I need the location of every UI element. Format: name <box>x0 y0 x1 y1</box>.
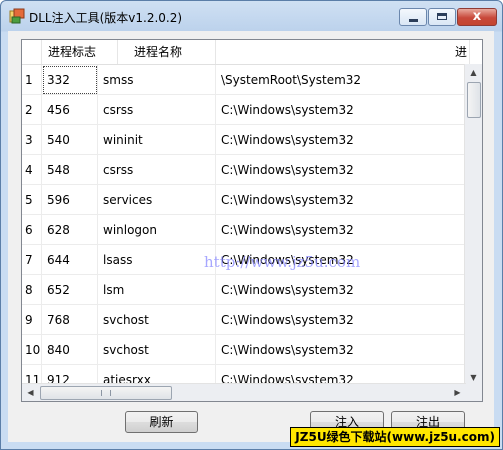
title-bar[interactable]: DLL注入工具(版本v1.2.0.2) x <box>1 1 502 31</box>
app-window: DLL注入工具(版本v1.2.0.2) x 进程标志 进程名称 进 1 332 sm… <box>0 0 503 450</box>
row-index: 1 <box>22 65 42 95</box>
header-pid[interactable]: 进程标志 <box>42 40 118 64</box>
minimize-icon <box>409 19 418 22</box>
maximize-button[interactable] <box>428 8 456 26</box>
table-row[interactable]: 3 540 wininit C:\Windows\system32 <box>22 125 470 155</box>
row-index: 7 <box>22 245 42 275</box>
process-path: C:\Windows\system32 <box>216 185 470 215</box>
site-badge: JZ5U绿色下载站(www.jz5u.com) <box>290 427 500 447</box>
table-row[interactable]: 2 456 csrss C:\Windows\system32 <box>22 95 470 125</box>
process-path: C:\Windows\system32 <box>216 305 470 335</box>
process-name: svchost <box>98 335 216 365</box>
maximize-icon <box>437 13 447 20</box>
refresh-button[interactable]: 刷新 <box>125 411 198 433</box>
row-index: 8 <box>22 275 42 305</box>
row-index: 2 <box>22 95 42 125</box>
process-table[interactable]: 进程标志 进程名称 进 1 332 smss \SystemRoot\System32… <box>21 39 483 402</box>
process-name: winlogon <box>98 215 216 245</box>
header-path[interactable]: 进 <box>216 40 470 64</box>
scroll-right-icon[interactable]: ▶ <box>449 384 466 401</box>
table-row[interactable]: 1 332 smss \SystemRoot\System32 <box>22 65 470 95</box>
grip-icon <box>101 390 111 396</box>
row-index: 6 <box>22 215 42 245</box>
process-path: \SystemRoot\System32 <box>216 65 470 95</box>
process-path: C:\Windows\system32 <box>216 335 470 365</box>
process-id: 596 <box>42 185 98 215</box>
process-name: services <box>98 185 216 215</box>
header-name[interactable]: 进程名称 <box>118 40 216 64</box>
process-path: C:\Windows\system32 <box>216 275 470 305</box>
table-row[interactable]: 6 628 winlogon C:\Windows\system32 <box>22 215 470 245</box>
table-row[interactable]: 10 840 svchost C:\Windows\system32 <box>22 335 470 365</box>
table-header: 进程标志 进程名称 进 <box>22 40 470 65</box>
process-id: 628 <box>42 215 98 245</box>
process-path: C:\Windows\system32 <box>216 215 470 245</box>
table-row[interactable]: 9 768 svchost C:\Windows\system32 <box>22 305 470 335</box>
process-name: smss <box>98 65 216 95</box>
process-path: C:\Windows\system32 <box>216 155 470 185</box>
process-id: 840 <box>42 335 98 365</box>
horizontal-scrollbar[interactable]: ◀ ▶ <box>22 383 466 401</box>
row-index: 5 <box>22 185 42 215</box>
process-name: lsm <box>98 275 216 305</box>
minimize-button[interactable] <box>399 8 427 26</box>
client-area: 进程标志 进程名称 进 1 332 smss \SystemRoot\System32… <box>8 31 494 442</box>
table-row[interactable]: 8 652 lsm C:\Windows\system32 <box>22 275 470 305</box>
scroll-up-icon[interactable]: ▲ <box>465 64 482 81</box>
watermark: http://www.jz5u.com <box>204 253 361 271</box>
row-index: 10 <box>22 335 42 365</box>
process-id: 540 <box>42 125 98 155</box>
process-id: 652 <box>42 275 98 305</box>
vertical-scrollbar[interactable]: ▲ ▼ <box>464 64 482 386</box>
window-title: DLL注入工具(版本v1.2.0.2) <box>29 11 183 25</box>
table-row[interactable]: 5 596 services C:\Windows\system32 <box>22 185 470 215</box>
header-index <box>22 40 42 64</box>
row-index: 4 <box>22 155 42 185</box>
row-index: 3 <box>22 125 42 155</box>
process-id: 456 <box>42 95 98 125</box>
app-icon <box>9 8 25 24</box>
process-path: C:\Windows\system32 <box>216 125 470 155</box>
process-name: csrss <box>98 95 216 125</box>
horizontal-scroll-thumb[interactable] <box>40 386 172 400</box>
vertical-scroll-thumb[interactable] <box>467 82 481 118</box>
scroll-corner <box>465 384 482 401</box>
scroll-left-icon[interactable]: ◀ <box>22 384 39 401</box>
row-index: 9 <box>22 305 42 335</box>
process-name: lsass <box>98 245 216 275</box>
close-button[interactable]: x <box>457 8 497 26</box>
close-icon: x <box>472 9 482 24</box>
process-name: wininit <box>98 125 216 155</box>
table-row[interactable]: 4 548 csrss C:\Windows\system32 <box>22 155 470 185</box>
process-id: 644 <box>42 245 98 275</box>
process-id: 768 <box>42 305 98 335</box>
process-name: csrss <box>98 155 216 185</box>
process-name: svchost <box>98 305 216 335</box>
process-path: C:\Windows\system32 <box>216 95 470 125</box>
process-id: 548 <box>42 155 98 185</box>
process-id: 332 <box>42 65 98 95</box>
